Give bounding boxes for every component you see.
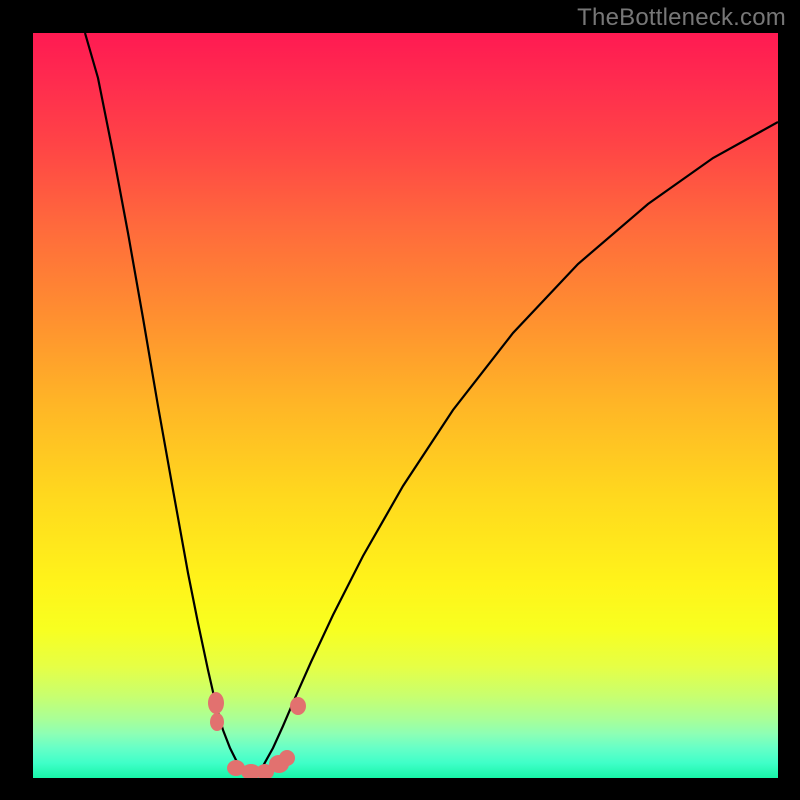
plot-area [33,33,778,778]
marker-point [290,697,306,715]
chart-frame: TheBottleneck.com [0,0,800,800]
right-curve [255,122,778,778]
left-curve [85,33,255,778]
marker-point [279,750,295,766]
bottom-markers [208,692,306,778]
marker-point [210,713,224,731]
watermark-text: TheBottleneck.com [577,4,786,32]
chart-svg [33,33,778,778]
marker-point [208,692,224,714]
